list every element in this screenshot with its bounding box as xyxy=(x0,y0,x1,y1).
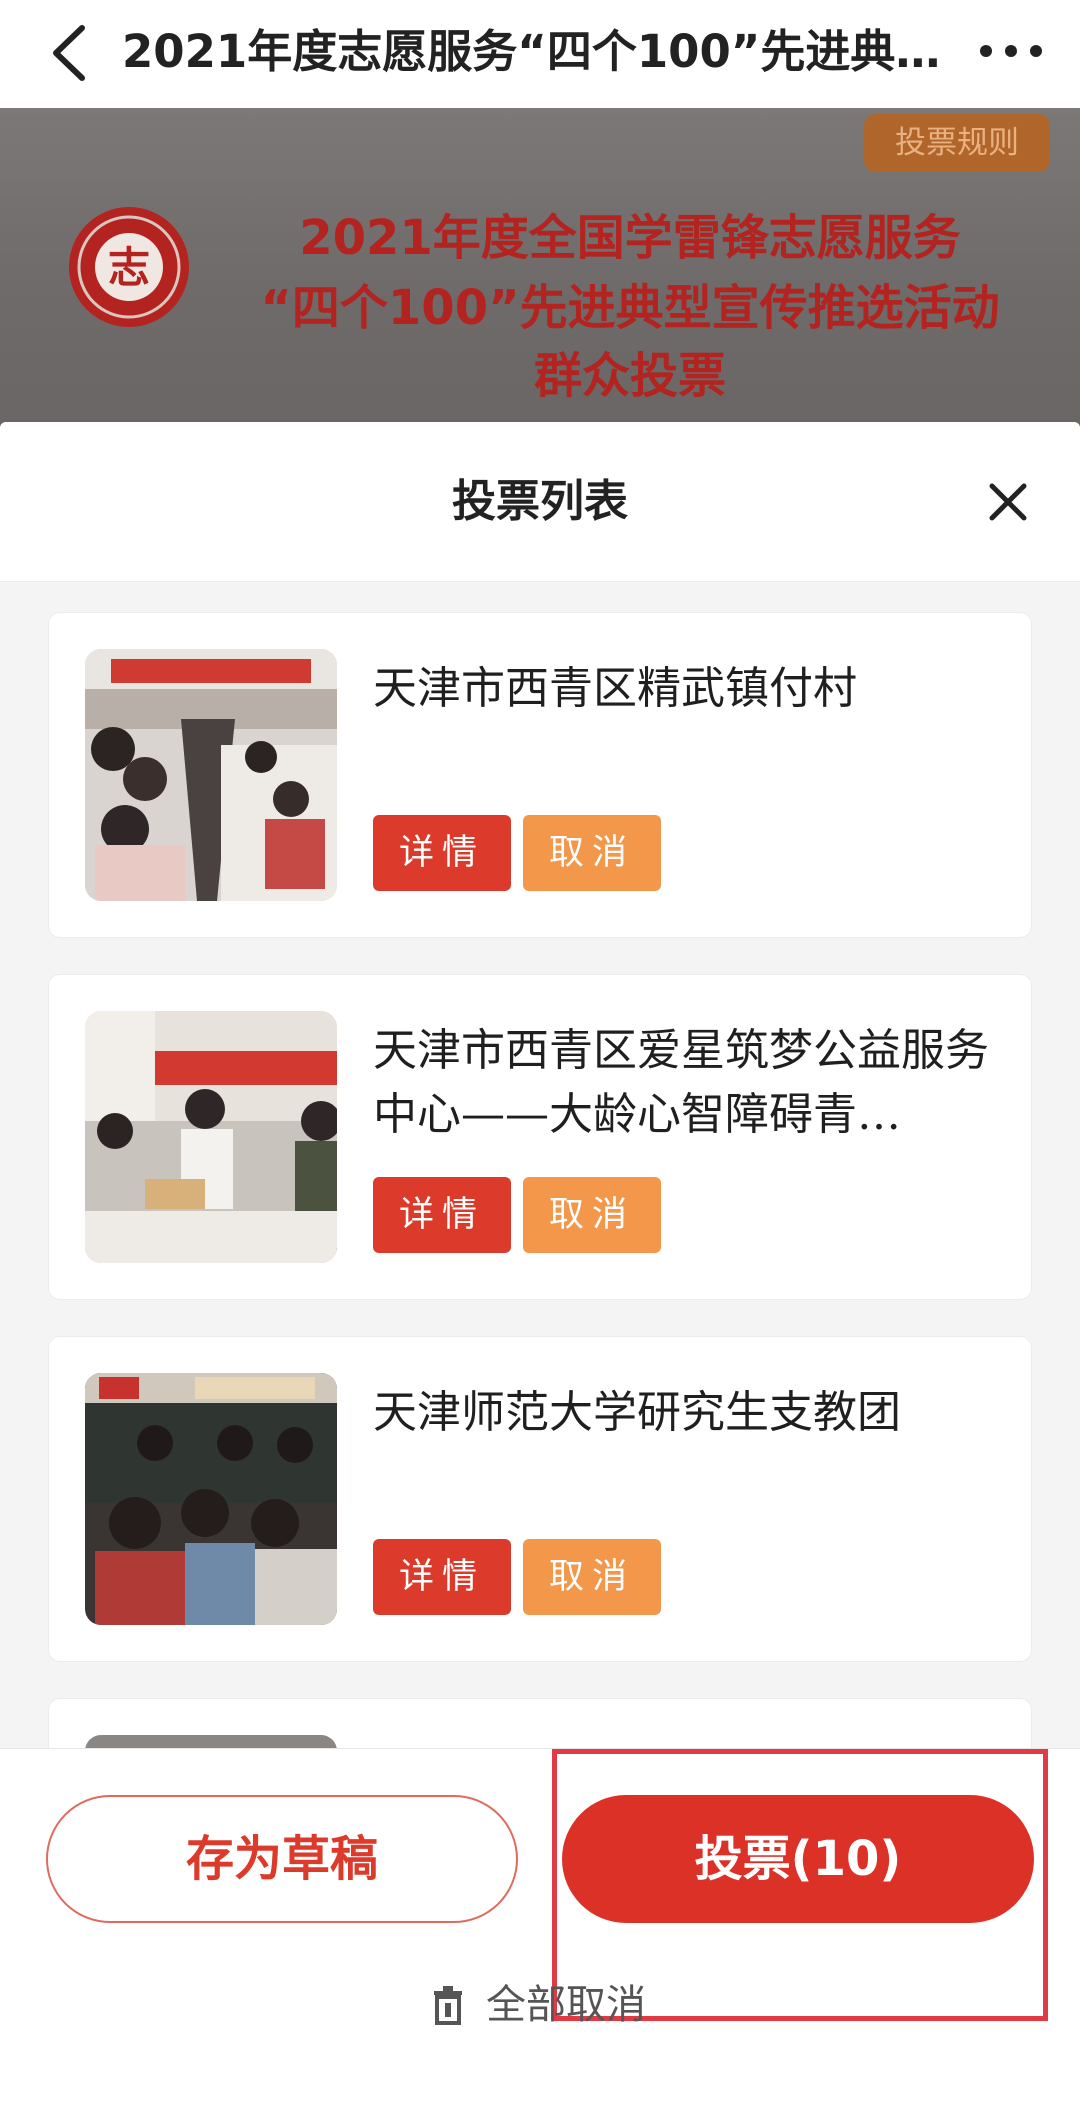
trash-icon xyxy=(434,1986,462,2025)
vote-rules-button[interactable]: 投票规则 xyxy=(864,114,1050,172)
cancel-vote-button[interactable]: 取消 xyxy=(523,1539,661,1615)
volunteer-seal-logo: 志 xyxy=(69,207,189,327)
top-nav-bar: 2021年度志愿服务“四个100”先进典… xyxy=(0,0,1080,108)
vote-list-item: 天津师范大学研究生支教团 详情 取消 xyxy=(48,1336,1032,1662)
cancel-vote-button[interactable]: 取消 xyxy=(523,1177,661,1253)
save-draft-button[interactable]: 存为草稿 xyxy=(46,1795,518,1923)
detail-button[interactable]: 详情 xyxy=(373,1177,511,1253)
cancel-all-label: 全部取消 xyxy=(486,1982,646,2028)
event-banner: 投票规则 志 2021年度全国学雷锋志愿服务 “四个100”先进典型宣传推选活动… xyxy=(0,108,1080,428)
item-title: 天津市西青区精武镇付村 xyxy=(373,663,857,714)
back-arrow-icon[interactable] xyxy=(40,18,100,88)
item-title: 天津市西青区爱星筑梦公益服务中心——大龄心智障碍青… xyxy=(373,1025,989,1140)
cancel-vote-button[interactable]: 取消 xyxy=(523,815,661,891)
panel-title: 投票列表 xyxy=(452,476,628,527)
banner-headline-line1: 2021年度全国学雷锋志愿服务 xyxy=(299,210,961,266)
more-dots-icon[interactable] xyxy=(966,26,1056,76)
cancel-all-button[interactable]: 全部取消 xyxy=(430,1975,670,2035)
item-title: 天津师范大学研究生支教团 xyxy=(373,1387,901,1438)
banner-headline-line3: 群众投票 xyxy=(533,348,726,404)
item-photo[interactable] xyxy=(85,649,337,901)
item-photo[interactable] xyxy=(85,1373,337,1625)
item-photo[interactable] xyxy=(85,1011,337,1263)
panel-header: 投票列表 xyxy=(0,422,1080,582)
bottom-action-bar: 存为草稿 投票(10) 全部取消 xyxy=(0,1748,1080,2106)
vote-list-item: 天津市西青区爱星筑梦公益服务中心——大龄心智障碍青… 详情 取消 xyxy=(48,974,1032,1300)
seal-character: 志 xyxy=(108,243,150,292)
page-title: 2021年度志愿服务“四个100”先进典… xyxy=(122,25,941,78)
vote-list-item: 天津市西青区精武镇付村 详情 取消 xyxy=(48,612,1032,938)
detail-button[interactable]: 详情 xyxy=(373,1539,511,1615)
detail-button[interactable]: 详情 xyxy=(373,815,511,891)
banner-headline-line2: “四个100”先进典型宣传推选活动 xyxy=(260,280,1000,336)
close-icon[interactable] xyxy=(980,474,1036,530)
